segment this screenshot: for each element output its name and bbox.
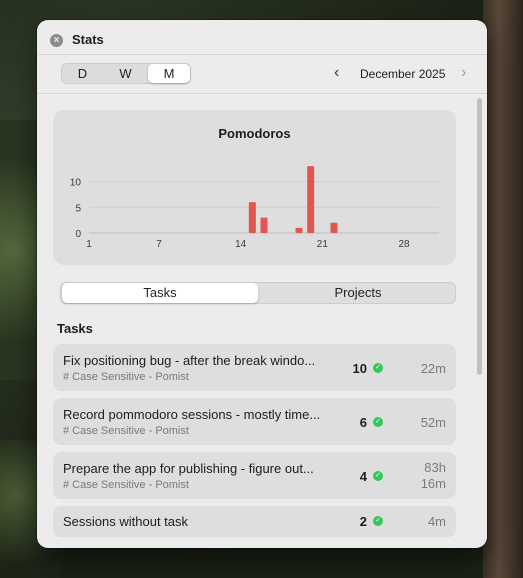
pomodoros-chart-card: Pomodoros 0 5 10 1 7 14 21 28 — [53, 110, 456, 265]
x-tick-label: 7 — [156, 239, 162, 250]
close-icon[interactable]: × — [50, 34, 63, 47]
task-project: # Case Sensitive - Pomist — [63, 425, 189, 437]
task-title: Prepare the app for publishing - figure … — [63, 461, 314, 476]
task-time: 83h 16m — [421, 460, 446, 492]
task-time-minutes: 16m — [420, 476, 446, 491]
task-row[interactable]: Prepare the app for publishing - figure … — [53, 452, 456, 499]
task-time-hours: 83h — [424, 460, 446, 475]
x-tick-label: 28 — [398, 239, 410, 250]
background-tree-trunk — [483, 0, 523, 578]
task-row[interactable]: Record pommodoro sessions - mostly time.… — [53, 398, 456, 445]
title-bar: × Stats — [37, 20, 487, 55]
task-row[interactable]: Fix positioning bug - after the break wi… — [53, 344, 456, 391]
y-tick-label: 5 — [75, 203, 81, 214]
chart-bar — [248, 202, 256, 233]
task-title: Record pommodoro sessions - mostly time.… — [63, 407, 321, 422]
y-tick-label: 0 — [75, 229, 81, 240]
period-option-day[interactable]: D — [62, 64, 103, 83]
period-selector: D W M — [61, 63, 191, 84]
pomodoro-count: 2 — [359, 514, 367, 529]
view-tabs: Tasks Projects — [60, 282, 456, 304]
task-time: 4m — [427, 514, 446, 529]
x-tick-label: 1 — [86, 239, 92, 250]
pomodoro-count: 6 — [359, 415, 367, 430]
chart-bar — [295, 227, 303, 233]
pomodoros-chart: 0 5 10 1 7 14 21 28 — [70, 166, 439, 250]
stats-window: × Stats D W M ‹ December 2025 › Pomodoro… — [37, 20, 487, 548]
checkmark-circle-icon: ✓ — [373, 363, 383, 373]
task-row[interactable]: Sessions without task 2 ✓ 4m — [53, 506, 456, 537]
tab-projects[interactable]: Projects — [260, 283, 456, 303]
y-tick-label: 10 — [70, 178, 82, 189]
chart-bar — [307, 166, 315, 233]
pomodoro-count: 10 — [352, 361, 367, 376]
background-foliage — [0, 120, 40, 380]
period-option-week[interactable]: W — [105, 64, 146, 83]
tasks-section-title: Tasks — [57, 321, 93, 336]
tab-tasks[interactable]: Tasks — [62, 283, 258, 303]
chevron-left-icon[interactable]: ‹ — [334, 65, 339, 81]
pomodoro-count: 4 — [359, 469, 367, 484]
task-title: Sessions without task — [63, 514, 189, 529]
checkmark-circle-icon: ✓ — [373, 471, 383, 481]
chart-bar — [260, 217, 268, 233]
checkmark-circle-icon: ✓ — [373, 516, 383, 526]
toolbar: D W M ‹ December 2025 › — [37, 54, 487, 94]
chart-bar — [330, 222, 338, 233]
period-option-month[interactable]: M — [148, 64, 190, 83]
chevron-right-icon[interactable]: › — [461, 65, 466, 81]
task-title: Fix positioning bug - after the break wi… — [63, 353, 316, 368]
x-tick-label: 21 — [317, 239, 329, 250]
window-title: Stats — [72, 32, 104, 47]
month-label: December 2025 — [360, 67, 446, 81]
task-project: # Case Sensitive - Pomist — [63, 479, 189, 491]
x-tick-label: 14 — [235, 239, 247, 250]
task-time: 52m — [420, 415, 446, 430]
scrollbar[interactable] — [477, 98, 482, 544]
checkmark-circle-icon: ✓ — [373, 417, 383, 427]
scrollbar-thumb[interactable] — [477, 98, 482, 375]
task-time: 22m — [420, 361, 446, 376]
task-project: # Case Sensitive - Pomist — [63, 371, 189, 383]
